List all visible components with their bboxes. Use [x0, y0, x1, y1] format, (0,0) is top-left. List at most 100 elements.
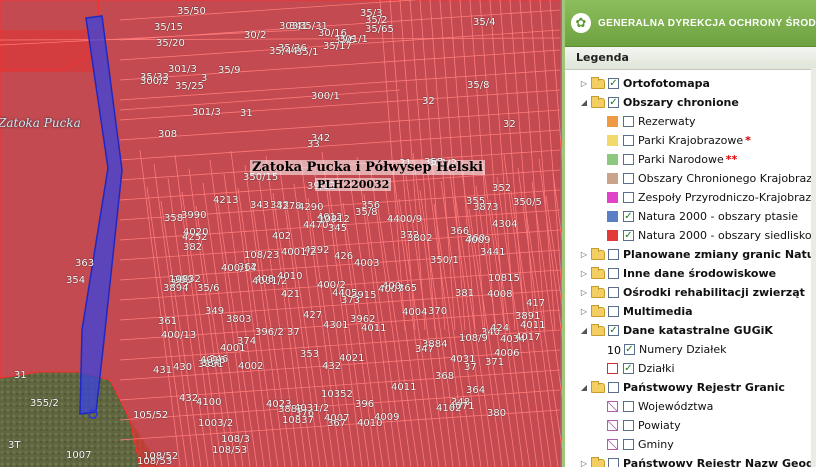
legend-item-label: Ortofotomapa: [623, 77, 710, 90]
collapse-arrow-icon[interactable]: ◢: [579, 326, 589, 335]
plot-number-label: 108/23: [244, 250, 280, 261]
layer-checkbox[interactable]: [623, 192, 634, 203]
legend-layer-row[interactable]: ✓ Natura 2000 - obszary siedliskowe: [607, 226, 816, 245]
expand-arrow-icon[interactable]: ▷: [579, 307, 589, 316]
legend-header[interactable]: Legenda: [565, 47, 816, 70]
layer-checkbox[interactable]: ✓: [608, 97, 619, 108]
plot-number-label: 10812: [318, 214, 350, 225]
legend-layer-row[interactable]: Zespoły Przyrodniczo-Krajobrazowe: [607, 188, 816, 207]
plot-number-label: 373: [341, 295, 361, 306]
plot-number-label: 30/2: [244, 30, 267, 41]
layer-checkbox[interactable]: [623, 420, 634, 431]
plot-number-label: 10832: [169, 274, 201, 285]
plot-number-label: 308: [158, 129, 178, 140]
folder-icon: [591, 304, 605, 317]
layer-checkbox[interactable]: [608, 458, 619, 467]
legend-scrollbar[interactable]: [811, 68, 816, 467]
plot-number-label: 400/13: [161, 330, 197, 341]
plot-number-label: 349: [205, 306, 225, 317]
legend-layer-row[interactable]: Województwa: [607, 397, 713, 416]
legend-layer-row[interactable]: Gminy: [607, 435, 674, 454]
expand-arrow-icon[interactable]: ▷: [579, 269, 589, 278]
plot-number-label: 10837: [282, 415, 314, 426]
plot-number-label: 3803: [226, 314, 252, 325]
layer-checkbox[interactable]: ✓: [623, 230, 634, 241]
plot-number-label: 301/3: [168, 64, 197, 75]
expand-arrow-icon[interactable]: ▷: [579, 288, 589, 297]
legend-group-row[interactable]: ▷ ✓ Ortofotomapa: [579, 74, 710, 93]
plot-number-label: 430: [173, 362, 193, 373]
layer-checkbox[interactable]: ✓: [608, 78, 619, 89]
color-swatch-icon: [607, 135, 618, 146]
legend-group-row[interactable]: ▷ Państwowy Rejestr Nazw Geogr.: [579, 454, 816, 467]
plot-number-label: 35/8: [355, 207, 378, 218]
agency-title: GENERALNA DYREKCJA OCHRONY ŚRODOWISKA: [598, 17, 816, 29]
plot-number-label: 108/3: [221, 434, 250, 445]
plot-number-label: 3: [201, 73, 208, 84]
legend-item-label: Dane katastralne GUGiK: [623, 324, 773, 337]
legend-layer-row[interactable]: Parki Krajobrazowe *: [607, 131, 751, 150]
plot-number-label: 10815: [488, 273, 520, 284]
layer-checkbox[interactable]: ✓: [608, 325, 619, 336]
layer-checkbox[interactable]: [623, 173, 634, 184]
layer-checkbox[interactable]: [608, 287, 619, 298]
legend-layer-row[interactable]: Powiaty: [607, 416, 681, 435]
expand-arrow-icon[interactable]: ▷: [579, 459, 589, 467]
legend-item-label: Ośrodki rehabilitacji zwierząt: [623, 286, 805, 299]
legend-layer-row[interactable]: 10 ✓ Numery Działek: [607, 340, 727, 359]
plot-number-label: 35/65: [365, 24, 394, 35]
plot-number-label: 382: [183, 242, 203, 253]
note-marker: *: [745, 134, 751, 147]
legend-group-row[interactable]: ◢ ✓ Dane katastralne GUGiK: [579, 321, 773, 340]
water-label: Zatoka Pucka: [0, 116, 81, 130]
layer-checkbox[interactable]: ✓: [624, 344, 635, 355]
plot-number-label: 426: [334, 251, 354, 262]
legend-item-label: Natura 2000 - obszary ptasie: [638, 210, 799, 223]
legend-item-label: Państwowy Rejestr Nazw Geogr.: [623, 457, 816, 467]
legend-layer-row[interactable]: ✓ Natura 2000 - obszary ptasie: [607, 207, 798, 226]
plot-number-label: 4011: [391, 382, 417, 393]
plot-number-label: 431: [153, 365, 173, 376]
layer-checkbox[interactable]: [623, 154, 634, 165]
legend-group-row[interactable]: ▷ Planowane zmiany granic Natura 2000: [579, 245, 816, 264]
layer-checkbox[interactable]: [608, 249, 619, 260]
plot-number-label: 105/52: [133, 410, 169, 421]
collapse-arrow-icon[interactable]: ◢: [579, 383, 589, 392]
layer-checkbox[interactable]: [623, 135, 634, 146]
legend-layer-row[interactable]: Rezerwaty: [607, 112, 696, 131]
plot-number-label: 1007: [66, 450, 92, 461]
legend-group-row[interactable]: ▷ Inne dane środowiskowe: [579, 264, 776, 283]
legend-group-row[interactable]: ▷ Ośrodki rehabilitacji zwierząt: [579, 283, 805, 302]
legend-layer-row[interactable]: Parki Narodowe **: [607, 150, 737, 169]
legend-group-row[interactable]: ◢ Państwowy Rejestr Granic: [579, 378, 785, 397]
plot-number-label: 32: [503, 119, 516, 130]
boundary-icon: [607, 439, 618, 450]
plot-number-label: 35/4: [473, 17, 496, 28]
plot-number-label: 4004: [402, 307, 428, 318]
legend-item-label: Parki Narodowe: [638, 153, 724, 166]
expand-arrow-icon[interactable]: ▷: [579, 79, 589, 88]
plot-number-label: 355/2: [30, 398, 59, 409]
plot-number-label: 354: [66, 275, 86, 286]
expand-arrow-icon[interactable]: ▷: [579, 250, 589, 259]
color-swatch-icon: [607, 230, 618, 241]
plot-number-label: 3884: [422, 339, 448, 350]
layer-checkbox[interactable]: [623, 116, 634, 127]
legend-layer-row[interactable]: ✓ Działki: [607, 359, 675, 378]
legend-group-row[interactable]: ▷ Multimedia: [579, 302, 693, 321]
layer-checkbox[interactable]: ✓: [623, 211, 634, 222]
layer-checkbox[interactable]: [608, 306, 619, 317]
plot-number-label: 35/50: [177, 6, 206, 17]
layer-checkbox[interactable]: [623, 439, 634, 450]
plot-number-label: 4102: [436, 403, 462, 414]
legend-item-label: Powiaty: [638, 419, 681, 432]
layer-checkbox[interactable]: [623, 401, 634, 412]
legend-group-row[interactable]: ◢ ✓ Obszary chronione: [579, 93, 739, 112]
plot-number-label: 350/1: [430, 255, 459, 266]
layer-checkbox[interactable]: ✓: [623, 363, 634, 374]
layer-checkbox[interactable]: [608, 382, 619, 393]
legend-layer-row[interactable]: Obszary Chronionego Krajobrazu*: [607, 169, 816, 188]
color-swatch-icon: [607, 192, 618, 203]
collapse-arrow-icon[interactable]: ◢: [579, 98, 589, 107]
layer-checkbox[interactable]: [608, 268, 619, 279]
